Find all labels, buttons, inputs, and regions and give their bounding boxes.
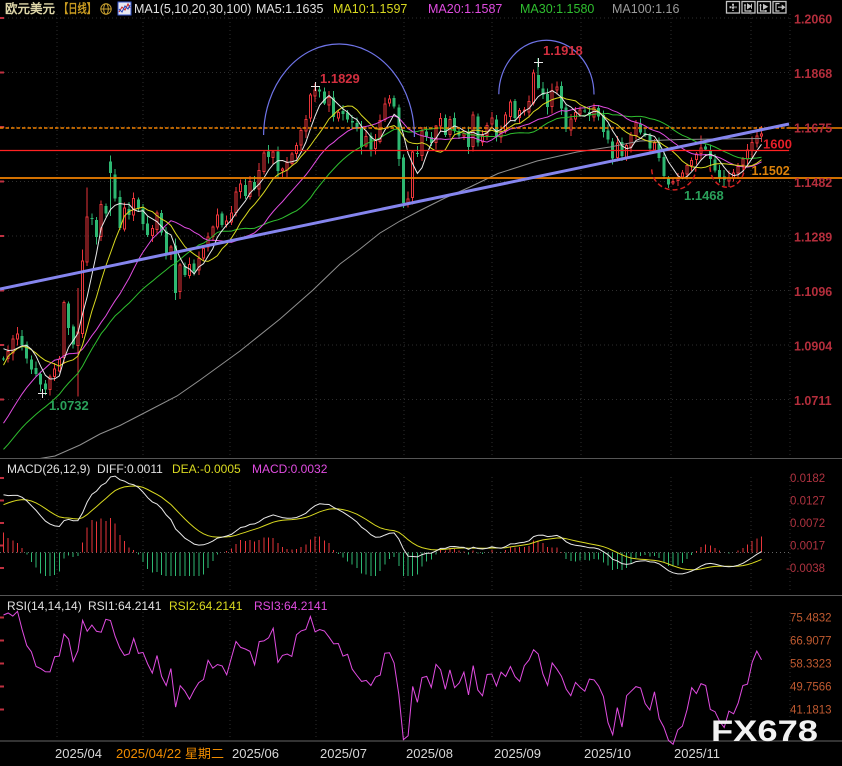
svg-text:1.1482: 1.1482 [794, 176, 832, 190]
svg-text:MA10:1.1597: MA10:1.1597 [333, 2, 407, 16]
svg-text:MA100:1.16: MA100:1.16 [612, 2, 679, 16]
svg-text:MA5:1.1635: MA5:1.1635 [256, 2, 323, 16]
svg-text:1.1289: 1.1289 [794, 231, 832, 245]
svg-text:0.0072: 0.0072 [790, 518, 825, 530]
svg-text:RSI2:64.2141: RSI2:64.2141 [169, 599, 243, 613]
svg-text:2025/10: 2025/10 [584, 746, 631, 761]
svg-text:41.1813: 41.1813 [790, 705, 832, 717]
svg-text:1.1918: 1.1918 [543, 43, 583, 58]
svg-text:DEA:-0.0005: DEA:-0.0005 [172, 462, 241, 476]
svg-text:MA20:1.1587: MA20:1.1587 [428, 2, 502, 16]
svg-text:2025/11: 2025/11 [674, 746, 720, 761]
svg-text:【日线】: 【日线】 [59, 1, 96, 16]
svg-text:1.1502: 1.1502 [752, 164, 790, 178]
svg-text:MA1(5,10,20,30,100): MA1(5,10,20,30,100) [134, 2, 251, 16]
svg-text:1.0904: 1.0904 [794, 340, 832, 354]
svg-text:1.1096: 1.1096 [794, 285, 832, 299]
svg-text:FX678: FX678 [711, 715, 818, 748]
svg-text:1.1868: 1.1868 [794, 67, 832, 81]
svg-text:1.1468: 1.1468 [684, 188, 724, 203]
svg-text:1.1829: 1.1829 [320, 71, 360, 86]
svg-text:MACD:0.0032: MACD:0.0032 [252, 462, 328, 476]
svg-text:MA30:1.1580: MA30:1.1580 [520, 2, 594, 16]
svg-text:1.2060: 1.2060 [794, 13, 832, 27]
svg-text:75.4832: 75.4832 [790, 613, 832, 625]
svg-text:DIFF:0.0011: DIFF:0.0011 [97, 462, 163, 476]
svg-text:1600: 1600 [763, 137, 792, 152]
svg-text:1.0732: 1.0732 [49, 398, 89, 413]
svg-text:2025/09: 2025/09 [494, 746, 541, 761]
svg-text:58.3323: 58.3323 [790, 659, 832, 671]
svg-text:MACD(26,12,9): MACD(26,12,9) [7, 462, 90, 476]
svg-text:66.9077: 66.9077 [790, 636, 832, 648]
svg-text:2025/07: 2025/07 [320, 746, 367, 761]
svg-text:0.0017: 0.0017 [790, 541, 825, 553]
svg-text:0.0127: 0.0127 [790, 496, 825, 508]
svg-text:RSI(14,14,14): RSI(14,14,14) [7, 599, 82, 613]
svg-text:1.0711: 1.0711 [794, 394, 832, 408]
svg-text:1.1675: 1.1675 [794, 122, 832, 136]
svg-text:RSI1:64.2141: RSI1:64.2141 [88, 599, 162, 613]
svg-text:-0.0038: -0.0038 [786, 563, 825, 575]
svg-text:RSI3:64.2141: RSI3:64.2141 [254, 599, 328, 613]
svg-text:2025/08: 2025/08 [406, 746, 453, 761]
svg-text:2025/04: 2025/04 [55, 746, 102, 761]
svg-text:2025/06: 2025/06 [232, 746, 279, 761]
svg-text:欧元美元: 欧元美元 [5, 1, 55, 16]
svg-text:2025/04/22 星期二: 2025/04/22 星期二 [116, 747, 224, 761]
svg-text:0.0182: 0.0182 [790, 473, 825, 485]
svg-text:49.7566: 49.7566 [790, 682, 832, 694]
